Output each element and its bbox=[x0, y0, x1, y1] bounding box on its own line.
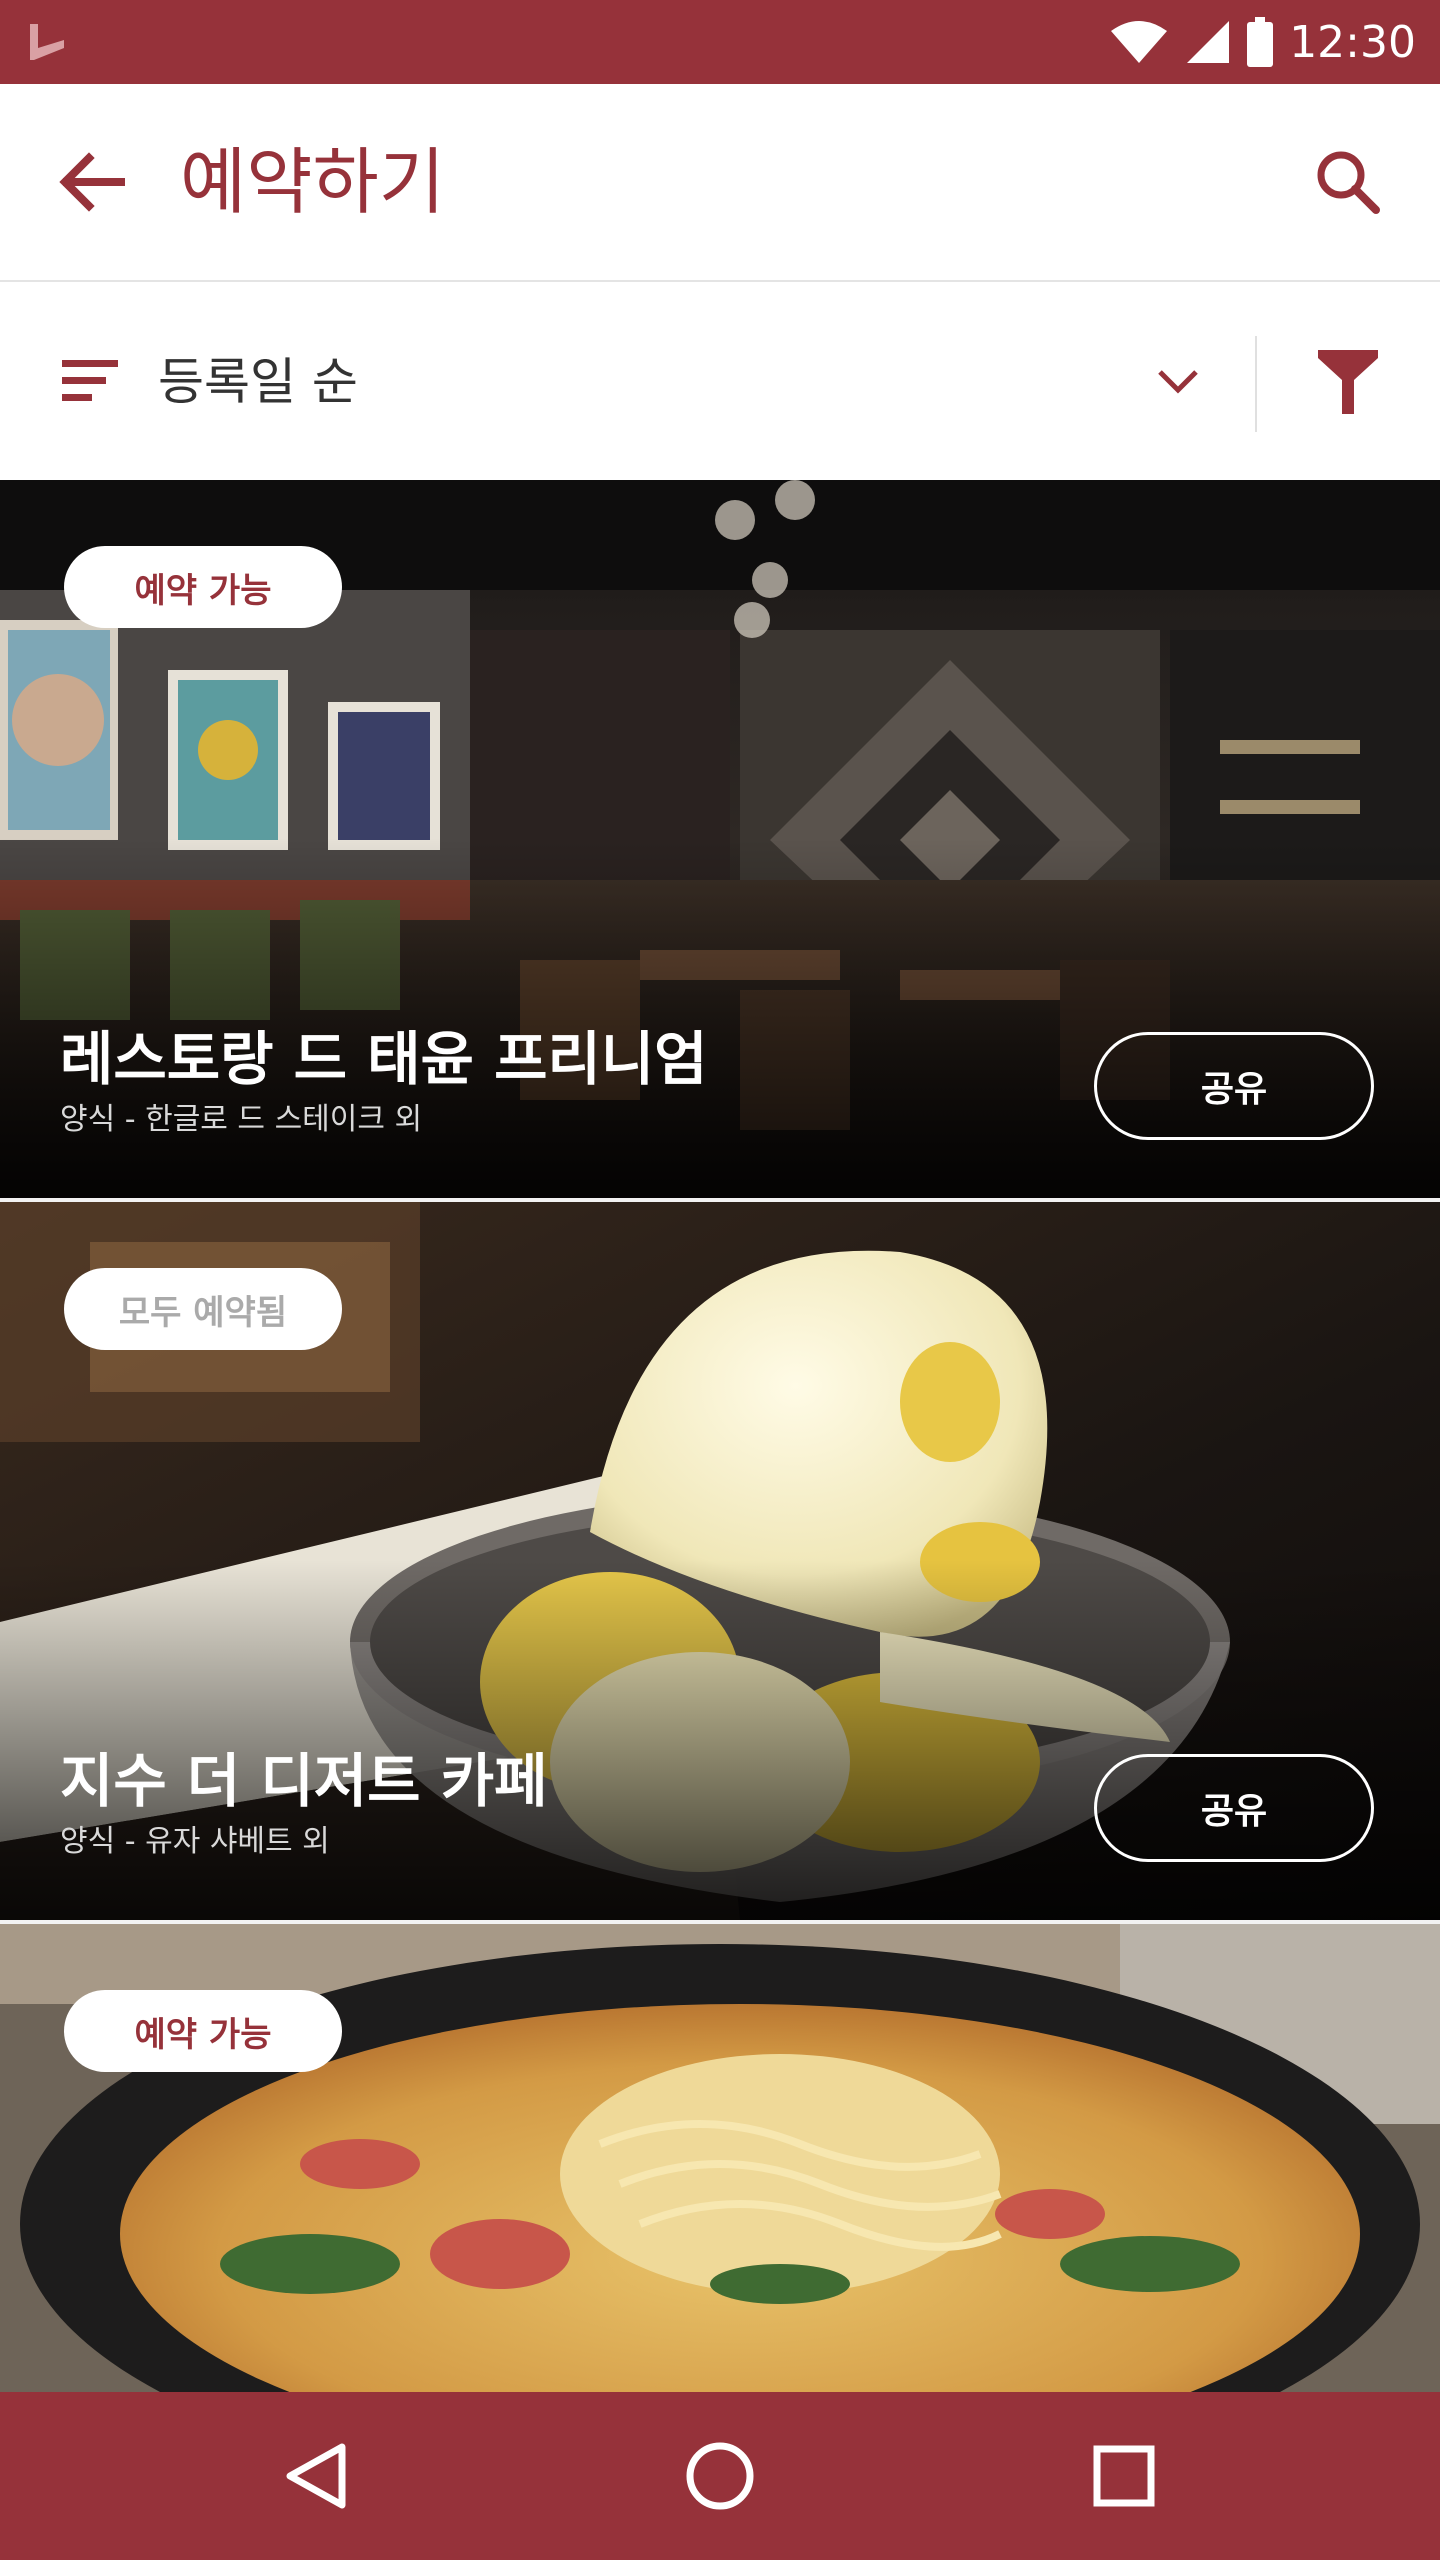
battery-icon bbox=[1247, 17, 1274, 67]
app-bar: 예약하기 bbox=[0, 84, 1440, 282]
image-gradient-overlay bbox=[0, 838, 1440, 1198]
square-recents-icon bbox=[1093, 2445, 1155, 2507]
share-button[interactable]: 공유 bbox=[1094, 1032, 1374, 1140]
sort-dropdown[interactable]: 등록일 순 bbox=[158, 342, 358, 422]
wifi-icon bbox=[1111, 21, 1168, 63]
arrow-back-icon bbox=[59, 152, 125, 212]
image-gradient-overlay bbox=[0, 1560, 1440, 1920]
nav-home-button[interactable] bbox=[676, 2432, 764, 2520]
status-bar: 12:30 bbox=[0, 0, 1440, 84]
sort-lines-icon bbox=[62, 360, 118, 401]
sort-bar: 등록일 순 bbox=[0, 282, 1440, 478]
page-title: 예약하기 bbox=[180, 140, 445, 224]
restaurant-card[interactable]: 예약 가능 레스토랑 드 태윤 프리니엄 양식 - 한글로 드 스테이크 외 공… bbox=[0, 480, 1440, 1198]
status-badge: 예약 가능 bbox=[64, 546, 342, 628]
share-button[interactable]: 공유 bbox=[1094, 1754, 1374, 1862]
divider bbox=[1255, 336, 1257, 432]
triangle-back-icon bbox=[286, 2443, 346, 2509]
search-button[interactable] bbox=[1312, 146, 1384, 218]
card-subtitle: 양식 - 유자 샤베트 외 bbox=[60, 1824, 330, 1859]
stew-restaurant-card[interactable]: 예약 가능 bbox=[0, 1924, 1440, 2392]
status-badge: 모두 예약됨 bbox=[64, 1268, 342, 1350]
back-button[interactable] bbox=[56, 146, 128, 218]
app-logo-icon bbox=[30, 24, 64, 60]
filter-icon bbox=[1318, 350, 1378, 414]
search-icon bbox=[1317, 151, 1380, 214]
card-subtitle: 양식 - 한글로 드 스테이크 외 bbox=[60, 1102, 423, 1137]
status-time: 12:30 bbox=[1289, 16, 1416, 68]
status-badge: 예약 가능 bbox=[64, 1990, 342, 2072]
status-indicators: 12:30 bbox=[1109, 0, 1416, 84]
card-title: 레스토랑 드 태윤 프리니엄 bbox=[60, 1025, 708, 1093]
nav-recents-button[interactable] bbox=[1080, 2432, 1168, 2520]
circle-home-icon bbox=[686, 2442, 754, 2510]
chevron-down-icon[interactable] bbox=[1156, 362, 1200, 402]
nav-back-button[interactable] bbox=[272, 2432, 360, 2520]
system-navigation-bar bbox=[0, 2392, 1440, 2560]
dessert-cafe-card[interactable]: 모두 예약됨 지수 더 디저트 카페 양식 - 유자 샤베트 외 공유 bbox=[0, 1202, 1440, 1920]
cell-signal-icon bbox=[1187, 21, 1230, 63]
card-title: 지수 더 디저트 카페 bbox=[60, 1747, 548, 1815]
filter-button[interactable] bbox=[1312, 346, 1384, 418]
